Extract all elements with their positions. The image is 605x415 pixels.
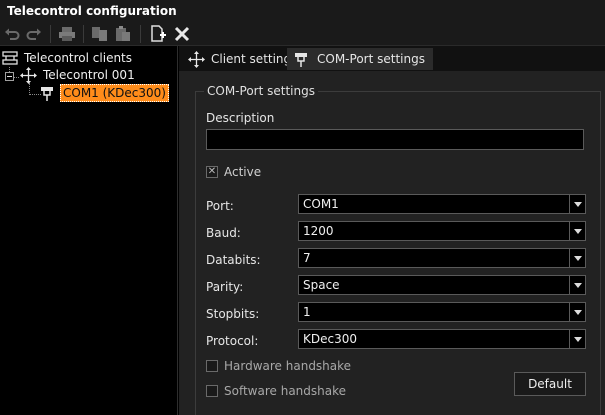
add-item-icon <box>151 25 166 42</box>
tab-bar: Client settings COM-Port settings <box>179 46 605 71</box>
baud-value: 1200 <box>303 224 334 238</box>
parity-select[interactable]: Space <box>298 275 586 295</box>
move-arrows-icon <box>187 50 205 68</box>
tree-item-root[interactable]: Telecontrol clients <box>2 50 134 66</box>
active-checkbox[interactable]: ✕ <box>206 166 218 178</box>
port-value: COM1 <box>303 197 339 211</box>
stopbits-label: Stopbits: <box>206 307 260 321</box>
com-port-icon <box>41 86 53 101</box>
chevron-down-icon[interactable] <box>569 276 585 294</box>
hardware-handshake-checkbox[interactable] <box>206 360 218 372</box>
tab-content: COM-Port settings Description ✕ Active P… <box>179 71 605 415</box>
stopbits-value: 1 <box>303 305 311 319</box>
software-handshake-label: Software handshake <box>224 384 347 398</box>
tree-item-label-selected: COM1 (KDec300) <box>60 84 169 102</box>
com-port-settings-group: COM-Port settings Description ✕ Active P… <box>195 84 601 415</box>
group-title: COM-Port settings <box>204 84 318 98</box>
undo-button[interactable] <box>2 24 22 44</box>
active-label: Active <box>224 165 262 179</box>
toolbar-separator <box>50 25 51 43</box>
software-handshake-checkbox[interactable] <box>206 385 218 397</box>
chevron-down-icon[interactable] <box>569 330 585 348</box>
settings-pane: Client settings COM-Port settings COM-Po… <box>179 46 605 415</box>
redo-button[interactable] <box>24 24 44 44</box>
copy-icon <box>92 27 107 41</box>
paste-icon <box>116 26 130 41</box>
default-button[interactable]: Default <box>514 372 586 396</box>
toolbar-separator <box>83 25 84 43</box>
port-select[interactable]: COM1 <box>298 194 586 214</box>
toolbar-separator <box>140 25 141 43</box>
parity-value: Space <box>303 278 340 292</box>
protocol-select[interactable]: KDec300 <box>298 329 586 349</box>
add-item-button[interactable] <box>148 24 168 44</box>
tree-collapse-toggle[interactable] <box>5 72 14 81</box>
description-label: Description <box>206 111 275 125</box>
databits-select[interactable]: 7 <box>298 248 586 268</box>
tab-label: COM-Port settings <box>317 52 425 66</box>
stopbits-select[interactable]: 1 <box>298 302 586 322</box>
delete-icon <box>174 26 190 42</box>
paste-button[interactable] <box>113 24 133 44</box>
chevron-down-icon[interactable] <box>569 303 585 321</box>
baud-select[interactable]: 1200 <box>298 221 586 241</box>
parity-label: Parity: <box>206 280 244 294</box>
chevron-down-icon[interactable] <box>569 195 585 213</box>
server-tree-icon <box>2 50 18 65</box>
print-icon <box>59 27 75 41</box>
databits-value: 7 <box>303 251 311 265</box>
tree-item-label: Telecontrol clients <box>24 51 133 65</box>
network-move-icon <box>20 66 37 84</box>
tree-item-com-port[interactable]: COM1 (KDec300) <box>40 84 169 102</box>
tree-item-label: Telecontrol 001 <box>43 68 135 82</box>
hardware-handshake-label: Hardware handshake <box>224 359 352 373</box>
tab-com-port-settings[interactable]: COM-Port settings <box>287 48 433 70</box>
tab-label: Client settings <box>211 52 298 66</box>
tree-item-client[interactable]: Telecontrol 001 <box>20 66 137 84</box>
window-title: Telecontrol configuration <box>0 0 605 22</box>
com-port-icon <box>293 51 311 67</box>
databits-label: Databits: <box>206 253 261 267</box>
redo-icon <box>26 28 41 40</box>
chevron-down-icon[interactable] <box>569 222 585 240</box>
toolbar <box>0 22 605 46</box>
baud-label: Baud: <box>206 226 241 240</box>
delete-button[interactable] <box>172 24 192 44</box>
undo-icon <box>5 28 20 40</box>
protocol-label: Protocol: <box>206 334 259 348</box>
print-button[interactable] <box>57 24 77 44</box>
port-label: Port: <box>206 199 234 213</box>
copy-button[interactable] <box>90 24 110 44</box>
tree-pane: Telecontrol clients Telecontrol 001 COM1… <box>0 46 178 415</box>
description-input[interactable] <box>206 129 584 150</box>
chevron-down-icon[interactable] <box>569 249 585 267</box>
protocol-value: KDec300 <box>303 332 357 346</box>
